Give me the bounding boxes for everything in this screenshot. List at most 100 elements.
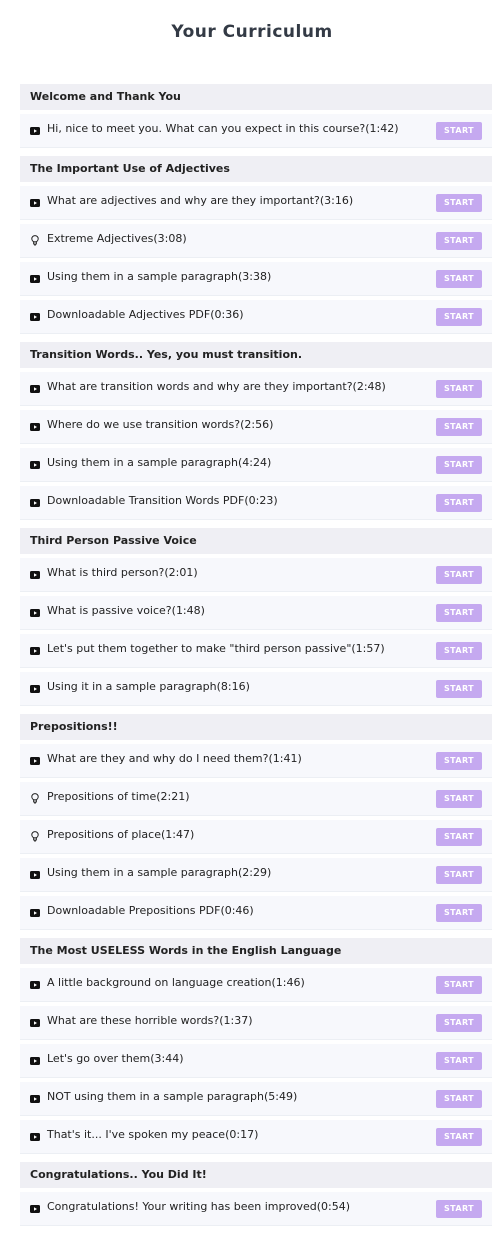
video-icon — [30, 275, 40, 283]
lecture-title[interactable]: NOT using them in a sample paragraph(5:4… — [47, 1082, 297, 1112]
lecture-item[interactable]: Downloadable Adjectives PDF(0:36) START — [20, 300, 492, 334]
start-button[interactable]: START — [436, 790, 482, 808]
curriculum-section: Transition Words.. Yes, you must transit… — [20, 342, 492, 520]
curriculum-section: The Important Use of Adjectives What are … — [20, 156, 492, 334]
lecture-item[interactable]: Congratulations! Your writing has been i… — [20, 1192, 492, 1226]
video-icon — [30, 647, 40, 655]
start-button[interactable]: START — [436, 380, 482, 398]
start-button[interactable]: START — [436, 494, 482, 512]
start-button[interactable]: START — [436, 1014, 482, 1032]
lecture-item[interactable]: What is passive voice?(1:48) START — [20, 596, 492, 630]
lecture-title[interactable]: Let's go over them(3:44) — [47, 1044, 184, 1074]
curriculum-list: Welcome and Thank You Hi, nice to meet yo… — [20, 84, 492, 1234]
section-title: Welcome and Thank You — [20, 84, 492, 110]
lecture-title[interactable]: What is third person?(2:01) — [47, 558, 198, 588]
curriculum-section: The Most USELESS Words in the English La… — [20, 938, 492, 1154]
lightbulb-icon — [31, 831, 41, 842]
lecture-title[interactable]: Let's put them together to make "third p… — [47, 634, 385, 664]
video-icon — [30, 1133, 40, 1141]
start-button[interactable]: START — [436, 1090, 482, 1108]
lecture-item[interactable]: Using it in a sample paragraph(8:16) STAR… — [20, 672, 492, 706]
lecture-item[interactable]: What are transition words and why are th… — [20, 372, 492, 406]
start-button[interactable]: START — [436, 232, 482, 250]
start-button[interactable]: START — [436, 680, 482, 698]
video-icon — [30, 685, 40, 693]
start-button[interactable]: START — [436, 456, 482, 474]
lecture-item[interactable]: Hi, nice to meet you. What can you expec… — [20, 114, 492, 148]
video-icon — [30, 609, 40, 617]
start-button[interactable]: START — [436, 308, 482, 326]
lecture-item[interactable]: Downloadable Prepositions PDF(0:46) START — [20, 896, 492, 930]
section-title: Third Person Passive Voice — [20, 528, 492, 554]
lecture-item[interactable]: Using them in a sample paragraph(3:38) ST… — [20, 262, 492, 296]
lightbulb-icon — [31, 235, 41, 246]
start-button[interactable]: START — [436, 752, 482, 770]
start-button[interactable]: START — [436, 1052, 482, 1070]
lecture-title[interactable]: Prepositions of place(1:47) — [47, 820, 194, 850]
section-title: The Important Use of Adjectives — [20, 156, 492, 182]
lecture-title[interactable]: Extreme Adjectives(3:08) — [47, 224, 187, 254]
start-button[interactable]: START — [436, 418, 482, 436]
lecture-item[interactable]: Using them in a sample paragraph(4:24) ST… — [20, 448, 492, 482]
lecture-title[interactable]: Using it in a sample paragraph(8:16) — [47, 672, 250, 702]
video-icon — [30, 423, 40, 431]
lecture-item[interactable]: What are adjectives and why are they imp… — [20, 186, 492, 220]
lecture-item[interactable]: Prepositions of place(1:47) START — [20, 820, 492, 854]
video-icon — [30, 127, 40, 135]
lecture-item[interactable]: A little background on language creation… — [20, 968, 492, 1002]
video-icon — [30, 385, 40, 393]
lecture-item[interactable]: Prepositions of time(2:21) START — [20, 782, 492, 816]
start-button[interactable]: START — [436, 904, 482, 922]
lecture-title[interactable]: Using them in a sample paragraph(2:29) — [47, 858, 271, 888]
lecture-title[interactable]: What are transition words and why are th… — [47, 372, 386, 402]
start-button[interactable]: START — [436, 866, 482, 884]
start-button[interactable]: START — [436, 604, 482, 622]
start-button[interactable]: START — [436, 194, 482, 212]
lecture-title[interactable]: A little background on language creation… — [47, 968, 305, 998]
lecture-item[interactable]: Let's go over them(3:44) START — [20, 1044, 492, 1078]
video-icon — [30, 1019, 40, 1027]
lecture-item[interactable]: Where do we use transition words?(2:56) S… — [20, 410, 492, 444]
video-icon — [30, 571, 40, 579]
lecture-title[interactable]: Downloadable Adjectives PDF(0:36) — [47, 300, 244, 330]
start-button[interactable]: START — [436, 1128, 482, 1146]
start-button[interactable]: START — [436, 1200, 482, 1218]
curriculum-section: Prepositions!! What are they and why do I… — [20, 714, 492, 930]
start-button[interactable]: START — [436, 828, 482, 846]
lecture-title[interactable]: Prepositions of time(2:21) — [47, 782, 190, 812]
lecture-title[interactable]: Using them in a sample paragraph(4:24) — [47, 448, 271, 478]
lecture-item[interactable]: Using them in a sample paragraph(2:29) ST… — [20, 858, 492, 892]
video-icon — [30, 757, 40, 765]
lecture-title[interactable]: Where do we use transition words?(2:56) — [47, 410, 273, 440]
lecture-title[interactable]: Hi, nice to meet you. What can you expec… — [47, 114, 399, 144]
lecture-item[interactable]: That's it... I've spoken my peace(0:17) S… — [20, 1120, 492, 1154]
lecture-title[interactable]: What are these horrible words?(1:37) — [47, 1006, 253, 1036]
video-icon — [30, 909, 40, 917]
video-icon — [30, 499, 40, 507]
start-button[interactable]: START — [436, 976, 482, 994]
lecture-item[interactable]: What is third person?(2:01) START — [20, 558, 492, 592]
lecture-item[interactable]: Extreme Adjectives(3:08) START — [20, 224, 492, 258]
video-icon — [30, 1057, 40, 1065]
page-title: Your Curriculum — [171, 22, 333, 42]
lecture-title[interactable]: Using them in a sample paragraph(3:38) — [47, 262, 271, 292]
lecture-item[interactable]: Downloadable Transition Words PDF(0:23) S… — [20, 486, 492, 520]
video-icon — [30, 1205, 40, 1213]
lecture-item[interactable]: Let's put them together to make "third p… — [20, 634, 492, 668]
start-button[interactable]: START — [436, 122, 482, 140]
video-icon — [30, 981, 40, 989]
lecture-title[interactable]: What is passive voice?(1:48) — [47, 596, 205, 626]
lecture-title[interactable]: What are they and why do I need them?(1:… — [47, 744, 302, 774]
video-icon — [30, 461, 40, 469]
lecture-item[interactable]: NOT using them in a sample paragraph(5:4… — [20, 1082, 492, 1116]
start-button[interactable]: START — [436, 566, 482, 584]
start-button[interactable]: START — [436, 642, 482, 660]
lecture-title[interactable]: Downloadable Prepositions PDF(0:46) — [47, 896, 254, 926]
lecture-item[interactable]: What are these horrible words?(1:37) STAR… — [20, 1006, 492, 1040]
lecture-title[interactable]: What are adjectives and why are they imp… — [47, 186, 353, 216]
start-button[interactable]: START — [436, 270, 482, 288]
lecture-title[interactable]: Downloadable Transition Words PDF(0:23) — [47, 486, 278, 516]
lecture-title[interactable]: Congratulations! Your writing has been i… — [47, 1192, 350, 1222]
lecture-item[interactable]: What are they and why do I need them?(1:… — [20, 744, 492, 778]
lecture-title[interactable]: That's it... I've spoken my peace(0:17) — [47, 1120, 258, 1150]
